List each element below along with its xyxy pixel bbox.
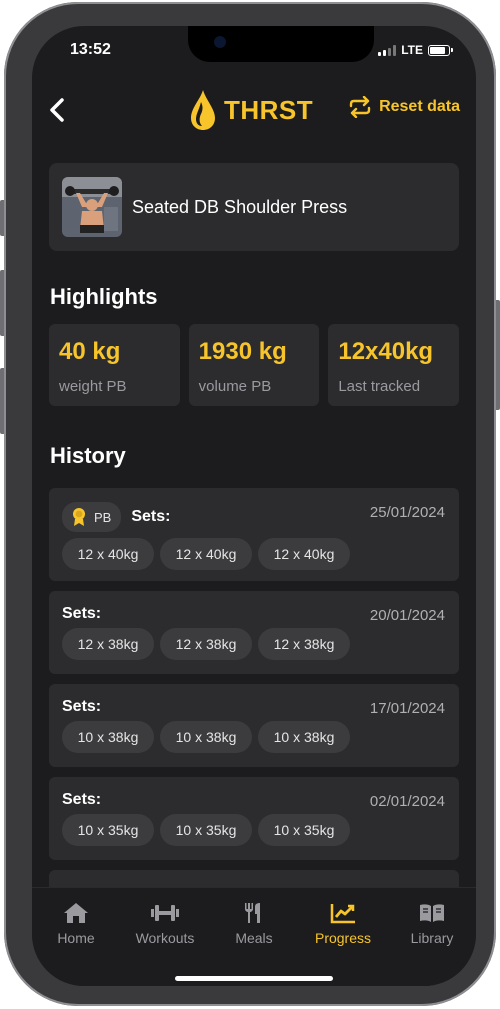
drop-icon (191, 90, 215, 130)
cutlery-icon (245, 903, 260, 923)
set-chips: 10 x 38kg 10 x 38kg 10 x 38kg (62, 721, 350, 753)
set-chip: 12 x 38kg (160, 628, 252, 660)
history-entry-header: Sets: (62, 791, 101, 809)
sets-label: Sets: (131, 508, 171, 525)
back-button[interactable] (40, 92, 76, 128)
signal-icon (378, 44, 397, 56)
highlight-card-volume-pb: 1930 kg volume PB (188, 324, 320, 406)
history-entry[interactable]: Sets: 17/01/2024 10 x 38kg 10 x 38kg 10 … (49, 684, 459, 767)
tab-bar: Home Workouts Meals Progress Library (32, 887, 476, 986)
set-chips: 12 x 40kg 12 x 40kg 12 x 40kg (62, 538, 350, 570)
sets-label: Sets: (62, 698, 102, 715)
status-time: 13:52 (70, 41, 111, 58)
set-chip: 10 x 38kg (62, 721, 154, 753)
history-date: 02/01/2024 (369, 793, 445, 810)
set-chip: 12 x 40kg (258, 538, 350, 570)
highlight-label: weight PB (59, 378, 127, 395)
pb-label: PB (94, 509, 112, 525)
book-icon (420, 904, 444, 922)
set-chip: 12 x 38kg (258, 628, 350, 660)
history-entry-header: PB Sets: (62, 502, 170, 532)
phone-frame: 13:52 LTE THRST Reset data Seated DB Sho… (4, 2, 496, 1006)
camera (214, 36, 226, 48)
highlight-card-weight-pb: 40 kg weight PB (49, 324, 180, 406)
history-list: PB Sets: 25/01/2024 12 x 40kg 12 x 40kg … (49, 488, 459, 920)
history-entry[interactable]: Sets: 20/01/2024 12 x 38kg 12 x 38kg 12 … (49, 591, 459, 674)
app-screen: 13:52 LTE THRST Reset data Seated DB Sho… (32, 26, 476, 986)
tab-label: Meals (235, 930, 273, 946)
set-chips: 10 x 35kg 10 x 35kg 10 x 35kg (62, 814, 350, 846)
set-chip: 10 x 35kg (62, 814, 154, 846)
set-chip: 10 x 35kg (258, 814, 350, 846)
tab-workouts[interactable]: Workouts (121, 902, 209, 946)
highlight-value: 12x40kg (338, 338, 434, 365)
set-chip: 10 x 35kg (160, 814, 252, 846)
home-icon (64, 903, 88, 923)
tab-progress[interactable]: Progress (299, 902, 387, 946)
medal-icon (73, 508, 85, 526)
sets-label: Sets: (62, 791, 102, 808)
set-chip: 10 x 38kg (160, 721, 252, 753)
tab-label: Library (410, 930, 454, 946)
pb-badge: PB (62, 502, 122, 532)
set-chips: 12 x 38kg 12 x 38kg 12 x 38kg (62, 628, 350, 660)
history-entry[interactable]: Sets: 02/01/2024 10 x 35kg 10 x 35kg 10 … (49, 777, 459, 860)
history-title: History (50, 443, 126, 468)
status-indicators: LTE (378, 43, 453, 57)
repeat-icon (349, 96, 371, 118)
highlights-row: 40 kg weight PB 1930 kg volume PB 12x40k… (49, 324, 460, 406)
set-chip: 10 x 38kg (258, 721, 350, 753)
history-entry-header: Sets: (62, 698, 101, 716)
history-date: 17/01/2024 (369, 700, 445, 717)
network-label: LTE (401, 43, 423, 57)
battery-icon (428, 44, 453, 56)
history-entry-header: Sets: (62, 605, 101, 623)
notch (188, 26, 374, 62)
sets-label: Sets: (62, 605, 102, 622)
history-entry[interactable]: PB Sets: 25/01/2024 12 x 40kg 12 x 40kg … (49, 488, 459, 581)
exercise-card[interactable]: Seated DB Shoulder Press (49, 163, 459, 251)
dumbbell-icon (151, 905, 179, 921)
tab-library[interactable]: Library (388, 902, 476, 946)
brand-name: THRST (224, 94, 314, 125)
chart-icon (330, 904, 355, 924)
highlights-title: Highlights (50, 284, 158, 309)
history-date: 25/01/2024 (369, 504, 445, 521)
tab-home[interactable]: Home (32, 902, 120, 946)
brand-logo: THRST (188, 88, 313, 132)
highlight-label: Last tracked (338, 378, 421, 395)
set-chip: 12 x 40kg (160, 538, 252, 570)
exercise-thumbnail (62, 177, 122, 237)
highlight-label: volume PB (198, 378, 272, 395)
reset-data-button[interactable]: Reset data (347, 96, 460, 118)
app-header: THRST Reset data (32, 86, 476, 134)
set-chip: 12 x 38kg (62, 628, 154, 660)
exercise-name: Seated DB Shoulder Press (132, 196, 348, 217)
tab-label: Home (57, 930, 95, 946)
tab-meals[interactable]: Meals (210, 902, 298, 946)
tab-label: Progress (314, 930, 372, 946)
tab-label: Workouts (135, 930, 195, 946)
highlight-value: 40 kg (59, 338, 121, 365)
highlight-value: 1930 kg (198, 338, 287, 365)
reset-data-label: Reset data (379, 98, 460, 115)
history-date: 20/01/2024 (369, 607, 445, 624)
highlight-card-last-tracked: 12x40kg Last tracked (328, 324, 460, 406)
home-indicator[interactable] (175, 976, 333, 981)
chevron-left-icon (50, 98, 64, 122)
set-chip: 12 x 40kg (62, 538, 154, 570)
